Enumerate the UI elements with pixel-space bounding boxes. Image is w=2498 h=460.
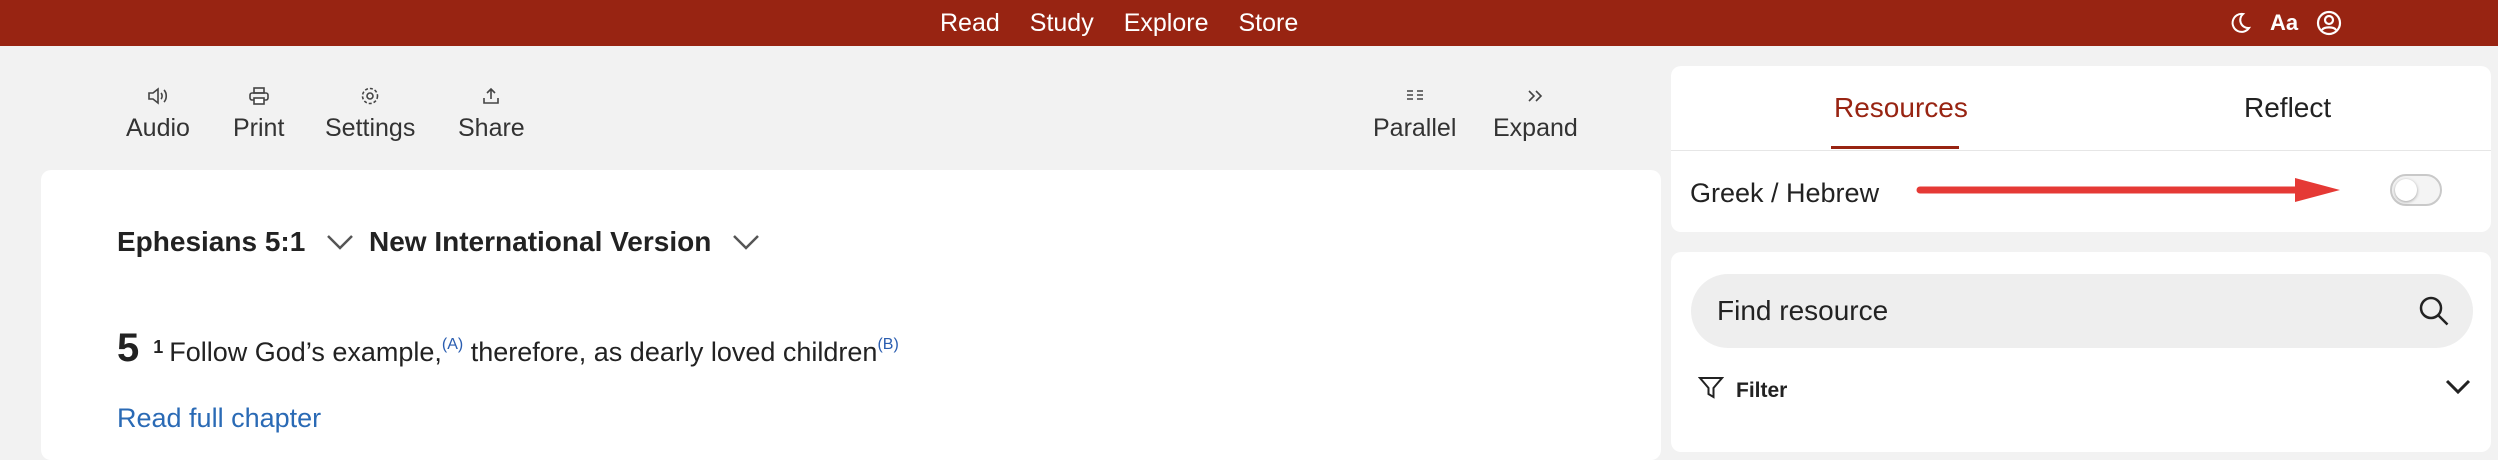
- search-icon[interactable]: [2417, 294, 2451, 333]
- cross-reference-b[interactable]: (B): [877, 336, 898, 354]
- chevron-down-icon[interactable]: [2444, 378, 2472, 401]
- parallel-button[interactable]: Parallel: [1373, 84, 1456, 143]
- share-icon: [482, 84, 500, 108]
- verse-segment: Follow God’s example,: [169, 337, 442, 367]
- parallel-columns-icon: [1405, 84, 1425, 108]
- read-full-chapter-link[interactable]: Read full chapter: [117, 403, 321, 434]
- chevron-down-icon: [325, 226, 355, 258]
- verse-segment: therefore, as dearly loved children: [463, 337, 878, 367]
- find-resource-input[interactable]: [1717, 274, 2397, 348]
- share-label: Share: [458, 114, 525, 142]
- nav-study[interactable]: Study: [1030, 9, 1094, 38]
- audio-button[interactable]: Audio: [126, 84, 190, 143]
- find-resource-search: [1691, 274, 2473, 348]
- print-label: Print: [233, 114, 285, 142]
- expand-label: Expand: [1493, 114, 1578, 142]
- tab-resources[interactable]: Resources: [1834, 92, 1968, 124]
- share-button[interactable]: Share: [458, 84, 525, 143]
- chevron-down-icon: [731, 226, 761, 258]
- book-chapter-selector[interactable]: Ephesians 5:1: [117, 226, 355, 258]
- account-icon[interactable]: [2316, 10, 2342, 36]
- settings-label: Settings: [325, 114, 416, 142]
- double-chevron-right-icon: [1526, 84, 1544, 108]
- chapter-number: 5: [117, 326, 140, 370]
- version-label: New International Version: [369, 226, 712, 257]
- toggle-knob: [2395, 179, 2417, 201]
- active-tab-indicator: [1831, 146, 1959, 149]
- print-button[interactable]: Print: [233, 84, 284, 143]
- main-nav: Read Study Explore Store: [940, 0, 1298, 46]
- verse-text: 5 1 Follow God’s example, (A) therefore,…: [117, 326, 899, 371]
- version-selector[interactable]: New International Version: [369, 226, 761, 258]
- filter-icon: [1697, 376, 1725, 406]
- greek-hebrew-toggle[interactable]: [2390, 174, 2442, 206]
- audio-label: Audio: [126, 114, 190, 142]
- verse-number: 1: [153, 337, 164, 357]
- divider: [1671, 150, 2491, 151]
- annotation-arrow: [1916, 178, 2340, 202]
- top-icons: Aa: [2228, 0, 2342, 46]
- tab-reflect[interactable]: Reflect: [2244, 92, 2331, 124]
- expand-button[interactable]: Expand: [1493, 84, 1578, 143]
- reference-label: Ephesians 5:1: [117, 226, 306, 257]
- speaker-icon: [147, 84, 169, 108]
- printer-icon: [248, 84, 269, 108]
- nav-read[interactable]: Read: [940, 9, 1000, 38]
- filter-label: Filter: [1736, 379, 1788, 402]
- top-navigation-bar: Read Study Explore Store Aa: [0, 0, 2498, 46]
- parallel-label: Parallel: [1373, 114, 1457, 142]
- text-size-icon[interactable]: Aa: [2270, 10, 2298, 36]
- moon-icon[interactable]: [2228, 11, 2252, 35]
- cross-reference-a[interactable]: (A): [442, 336, 463, 354]
- filter-button[interactable]: Filter: [1697, 376, 1788, 406]
- settings-button[interactable]: Settings: [325, 84, 415, 143]
- nav-store[interactable]: Store: [1238, 9, 1298, 38]
- greek-hebrew-label: Greek / Hebrew: [1690, 178, 1880, 208]
- nav-explore[interactable]: Explore: [1124, 9, 1209, 38]
- gear-icon: [360, 84, 380, 108]
